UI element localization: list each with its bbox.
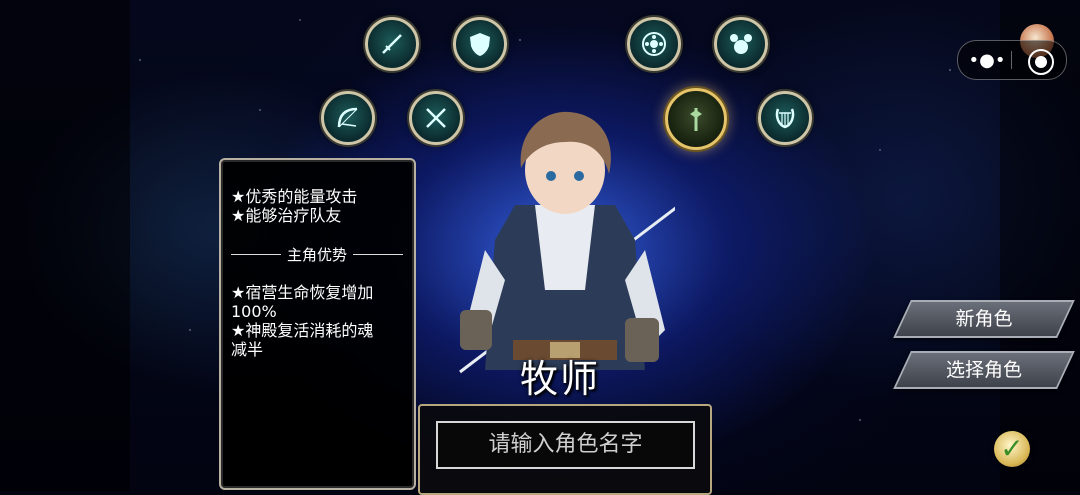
divider-rule — [353, 253, 404, 255]
new-character-label: 新角色 — [955, 308, 1013, 330]
lyre-icon — [775, 108, 795, 129]
shield-icon — [470, 33, 490, 56]
orbs-icon — [730, 34, 752, 54]
advantage-line: ★神殿复活消耗的魂 — [231, 321, 374, 340]
checkmark-icon: ✓ — [1000, 432, 1024, 465]
new-character-button[interactable]: 新角色 — [893, 300, 1075, 338]
section-title: 主角优势 — [287, 245, 348, 264]
bard-class-icon[interactable] — [758, 91, 812, 145]
divider-rule — [231, 253, 281, 255]
trait-line: ★优秀的能量攻击 — [231, 187, 358, 206]
capsule-divider — [1011, 51, 1012, 69]
select-character-button[interactable]: 选择角色 — [893, 351, 1075, 389]
miniprogram-capsule: •●• — [957, 40, 1067, 80]
class-description-panel: ★优秀的能量攻击 ★能够治疗队友 主角优势 ★宿营生命恢复增加 100% ★神殿… — [219, 158, 416, 490]
bow-icon — [337, 107, 358, 128]
more-dots-icon: •●• — [968, 49, 1006, 71]
left-letterbox — [0, 0, 130, 491]
mage-class-icon[interactable] — [627, 17, 681, 71]
guardian-class-icon[interactable] — [453, 17, 507, 71]
summoner-class-icon[interactable] — [714, 17, 768, 71]
advantage-line: 减半 — [231, 340, 264, 359]
confirm-button[interactable]: ✓ — [994, 431, 1030, 467]
class-name-label: 牧师 — [520, 357, 601, 401]
advantage-line: 100% — [231, 302, 277, 321]
more-options-button[interactable]: •●• — [968, 49, 1006, 71]
swordsman-class-icon[interactable] — [365, 17, 419, 71]
section-divider: 主角优势 — [231, 244, 404, 264]
crossed-blades-icon — [426, 108, 446, 128]
sword-icon — [382, 34, 402, 54]
close-miniprogram-button[interactable] — [1028, 49, 1054, 75]
archer-class-icon[interactable] — [321, 91, 375, 145]
advantage-line: ★宿营生命恢复增加 — [231, 283, 374, 302]
staff-icon — [690, 108, 702, 131]
flower-circle-icon — [642, 32, 666, 56]
character-name-input[interactable]: 请输入角色名字 — [436, 421, 695, 469]
trait-line: ★能够治疗队友 — [231, 206, 342, 225]
select-character-label: 选择角色 — [945, 359, 1022, 381]
